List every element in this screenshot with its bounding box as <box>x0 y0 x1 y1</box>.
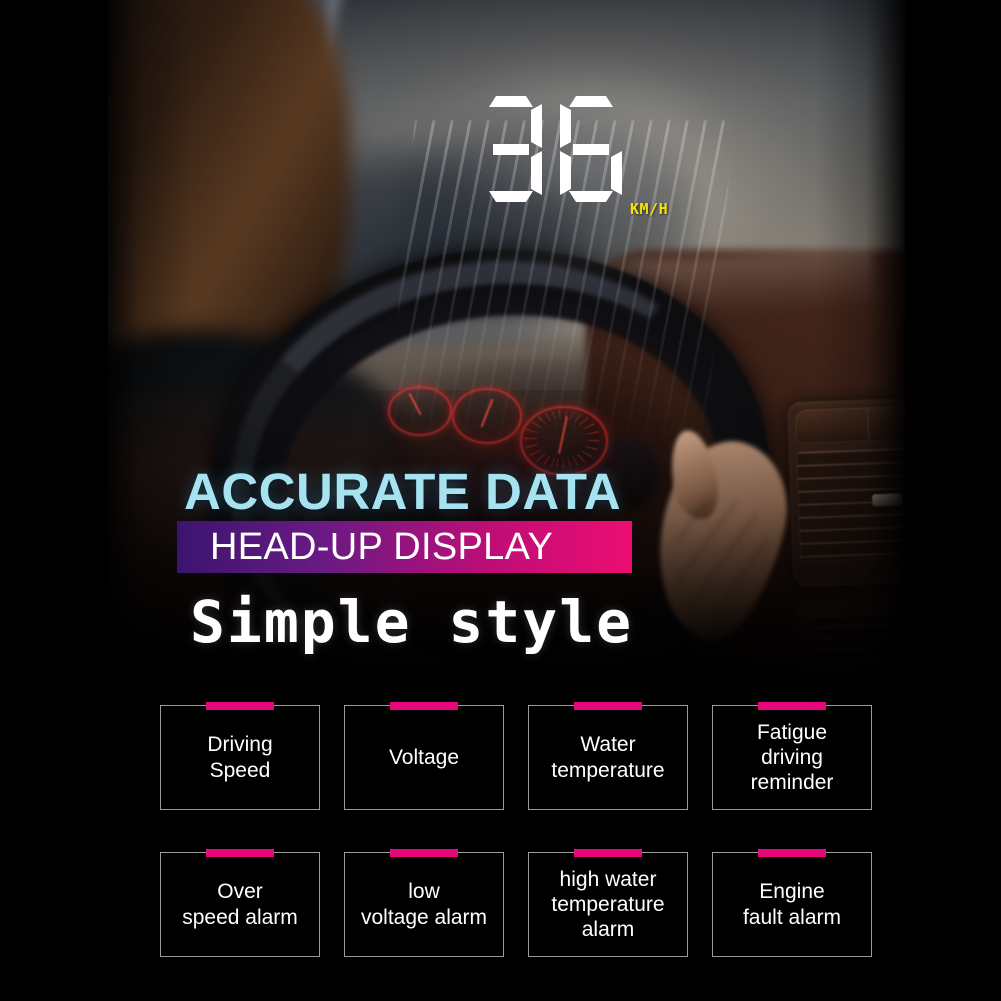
air-vent-knob <box>872 493 903 507</box>
accent-bar-icon <box>390 702 458 710</box>
accent-bar-icon <box>206 702 274 710</box>
feature-card-voltage[interactable]: Voltage <box>344 702 504 810</box>
headline-primary: ACCURATE DATA <box>184 463 622 520</box>
feature-card-low-voltage-alarm[interactable]: low voltage alarm <box>344 849 504 957</box>
accent-bar-icon <box>574 702 642 710</box>
hud-unit-label: KM/H <box>630 200 669 218</box>
feature-card-water-temperature[interactable]: Water temperature <box>528 702 688 810</box>
feature-label: high water temperature alarm <box>551 867 665 942</box>
hud-readout: KM/H <box>480 96 710 226</box>
headline-secondary-bar: HEAD-UP DISPLAY <box>177 521 632 573</box>
air-vent-top <box>795 405 906 445</box>
feature-card-fatigue-driving-reminder[interactable]: Fatigue driving reminder <box>712 702 872 810</box>
right-black-band <box>905 0 1001 1001</box>
feature-label: Driving Speed <box>207 733 273 782</box>
tagline: Simple style <box>190 588 634 656</box>
hud-digit-2 <box>560 96 622 202</box>
feature-label: Over speed alarm <box>182 880 298 929</box>
accent-bar-icon <box>758 702 826 710</box>
accent-bar-icon <box>758 849 826 857</box>
air-vent <box>786 397 906 588</box>
accent-bar-icon <box>206 849 274 857</box>
hud-digit-1 <box>480 96 542 202</box>
feature-label: Fatigue driving reminder <box>750 720 834 795</box>
feature-card-engine-fault-alarm[interactable]: Engine fault alarm <box>712 849 872 957</box>
accent-bar-icon <box>390 849 458 857</box>
feature-card-over-speed-alarm[interactable]: Over speed alarm <box>160 849 320 957</box>
air-vent-lower <box>798 597 906 713</box>
feature-grid: Driving Speed Voltage Water temperature … <box>160 702 874 957</box>
accent-bar-icon <box>574 849 642 857</box>
headline-secondary-text: HEAD-UP DISPLAY <box>210 526 554 568</box>
feature-card-high-water-temperature-alarm[interactable]: high water temperature alarm <box>528 849 688 957</box>
promo-banner: KM/H ACCURATE DATA HEAD-UP DISPLAY Simpl… <box>0 0 1001 1001</box>
feature-label: Water temperature <box>551 733 665 782</box>
driver-fingers <box>676 500 768 620</box>
feature-card-driving-speed[interactable]: Driving Speed <box>160 702 320 810</box>
hud-speed-digits <box>480 96 622 202</box>
feature-label: Voltage <box>388 745 460 769</box>
feature-label: Engine fault alarm <box>742 880 842 929</box>
feature-label: low voltage alarm <box>360 880 488 929</box>
left-black-band <box>0 0 108 1001</box>
